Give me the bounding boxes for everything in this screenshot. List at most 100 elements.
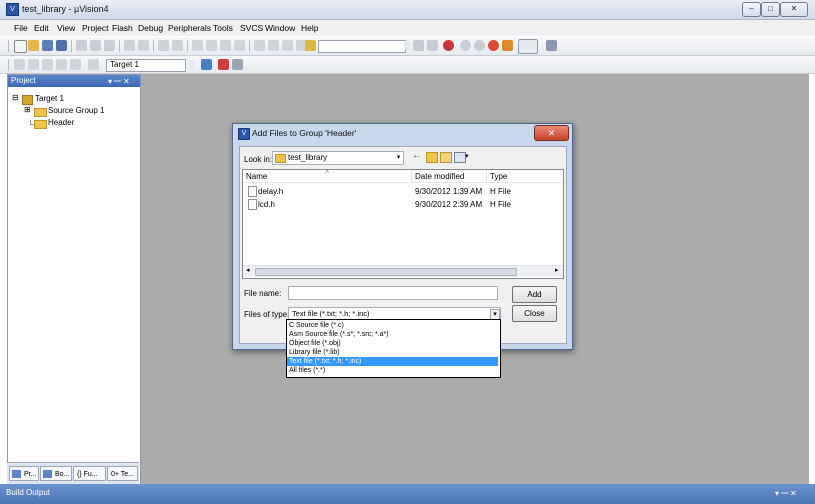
maximize-button[interactable]: □ (761, 2, 780, 17)
target-options-icon[interactable] (201, 59, 212, 70)
tab-functions[interactable]: {} Fu... (73, 466, 106, 481)
find-icon[interactable] (413, 40, 424, 51)
file-row[interactable]: delay.h 9/30/2012 1:39 AM H File (243, 185, 561, 197)
dialog-close-button[interactable]: ✕ (534, 125, 569, 141)
back-arrow-icon[interactable]: ← (412, 150, 422, 161)
redo-icon[interactable] (138, 40, 149, 51)
breakpoint-enable-icon[interactable] (474, 40, 485, 51)
bookmark-insert-icon[interactable] (192, 40, 203, 51)
up-folder-icon[interactable] (426, 152, 438, 163)
scroll-right-icon[interactable]: ▸ (555, 266, 559, 274)
look-in-combo[interactable]: test_library ▾ (272, 151, 404, 165)
comment-icon[interactable] (282, 40, 293, 51)
batch-build-icon[interactable] (56, 59, 67, 70)
menu-tools[interactable]: Tools (213, 23, 233, 33)
type-option[interactable]: All files (*.*) (287, 366, 498, 375)
panel-controls-icon[interactable]: ▾ ꟷ ✕ (108, 76, 130, 87)
tab-templates[interactable]: 0+ Te... (107, 466, 138, 481)
type-option-selected[interactable]: Text file (*.txt; *.h; *.inc) (287, 357, 498, 366)
close-button[interactable]: Close (512, 305, 557, 322)
file-name-label: File name: (244, 289, 282, 298)
menu-debug[interactable]: Debug (138, 23, 163, 33)
tab-books[interactable]: Bo... (40, 466, 72, 481)
breakpoint-insert-icon[interactable] (460, 40, 471, 51)
breakpoint-disable-icon[interactable] (488, 40, 499, 51)
file-row[interactable]: lcd.h 9/30/2012 2:39 AM H File (243, 198, 561, 210)
menu-file[interactable]: File (14, 23, 28, 33)
chevron-down-icon[interactable] (404, 41, 410, 50)
indent-icon[interactable] (254, 40, 265, 51)
bookmark-prev-icon[interactable] (206, 40, 217, 51)
save-all-icon[interactable] (56, 40, 67, 51)
scroll-left-icon[interactable]: ◂ (246, 266, 250, 274)
menu-peripherals[interactable]: Peripherals (168, 23, 211, 33)
menu-flash[interactable]: Flash (112, 23, 133, 33)
target-select[interactable]: Target 1 (106, 59, 186, 72)
navigate-back-icon[interactable] (158, 40, 169, 51)
stop-build-icon[interactable] (70, 59, 81, 70)
new-file-icon[interactable] (14, 40, 27, 53)
uvision-app-icon: V (6, 3, 19, 16)
unindent-icon[interactable] (268, 40, 279, 51)
tab-label: 0+ Te... (111, 471, 135, 478)
type-option[interactable]: Object file (*.obj) (287, 339, 498, 348)
tree-item-header[interactable]: Header (48, 118, 74, 127)
chevron-down-icon[interactable]: ▾ (465, 152, 469, 160)
chevron-down-icon[interactable]: ▾ (395, 153, 402, 163)
open-folder-icon[interactable] (28, 40, 39, 51)
tree-item-target[interactable]: Target 1 (35, 94, 64, 103)
undo-icon[interactable] (124, 40, 135, 51)
chevron-down-icon[interactable] (188, 60, 194, 69)
menu-project[interactable]: Project (82, 23, 108, 33)
menu-edit[interactable]: Edit (34, 23, 49, 33)
minimize-button[interactable]: ‒ (742, 2, 761, 17)
close-window-button[interactable]: ✕ (780, 2, 808, 17)
debug-session-icon[interactable] (443, 40, 454, 51)
build-icon[interactable] (28, 59, 39, 70)
column-name[interactable]: Name (246, 172, 267, 181)
new-folder-icon[interactable] (440, 152, 452, 163)
configure-icon[interactable] (546, 40, 557, 51)
bookmark-next-icon[interactable] (220, 40, 231, 51)
incremental-find-icon[interactable] (427, 40, 438, 51)
column-type[interactable]: Type (490, 172, 507, 181)
type-option[interactable]: Library file (*.lib) (287, 348, 498, 357)
panel-controls-icon[interactable]: ▾ ꟷ ✕ (775, 488, 797, 499)
menu-view[interactable]: View (57, 23, 75, 33)
tab-label: Pr... (24, 471, 37, 478)
tab-project[interactable]: Pr... (9, 466, 39, 481)
look-in-value: test_library (288, 153, 328, 162)
file-name-input[interactable] (288, 286, 498, 300)
column-date-modified[interactable]: Date modified (415, 172, 464, 181)
save-icon[interactable] (42, 40, 53, 51)
window-layout-icon[interactable] (518, 39, 538, 54)
files-of-type-dropdown: C Source file (*.c) Asm Source file (*.s… (286, 319, 501, 378)
add-button[interactable]: Add (512, 286, 557, 303)
menu-help[interactable]: Help (301, 23, 318, 33)
scrollbar-thumb[interactable] (255, 268, 517, 276)
type-option[interactable]: Asm Source file (*.s*; *.src; *.a*) (287, 330, 498, 339)
tree-item-source-group[interactable]: Source Group 1 (48, 106, 104, 115)
paste-icon[interactable] (104, 40, 115, 51)
tree-expander-target[interactable]: ⊟ (12, 93, 19, 102)
file-extensions-icon[interactable] (232, 59, 243, 70)
copy-icon[interactable] (90, 40, 101, 51)
navigate-forward-icon[interactable] (172, 40, 183, 51)
manage-components-icon[interactable] (218, 59, 229, 70)
build-toolbar: Target 1 (0, 56, 815, 74)
cut-icon[interactable] (76, 40, 87, 51)
folder-icon (275, 154, 286, 163)
find-combo[interactable] (318, 40, 406, 53)
rebuild-icon[interactable] (42, 59, 53, 70)
menu-window[interactable]: Window (265, 23, 295, 33)
menu-svcs[interactable]: SVCS (240, 23, 263, 33)
find-in-files-icon[interactable] (305, 40, 316, 51)
bookmark-clear-icon[interactable] (234, 40, 245, 51)
translate-icon[interactable] (14, 59, 25, 70)
file-list-header: Name ˄ Date modified Type (243, 169, 563, 183)
type-option[interactable]: C Source file (*.c) (287, 321, 498, 330)
download-icon[interactable] (88, 59, 99, 70)
horizontal-scrollbar[interactable]: ◂ ▸ (243, 265, 563, 277)
breakpoint-kill-icon[interactable] (502, 40, 513, 51)
tree-expander-source-group[interactable]: ⊞ (24, 105, 31, 114)
